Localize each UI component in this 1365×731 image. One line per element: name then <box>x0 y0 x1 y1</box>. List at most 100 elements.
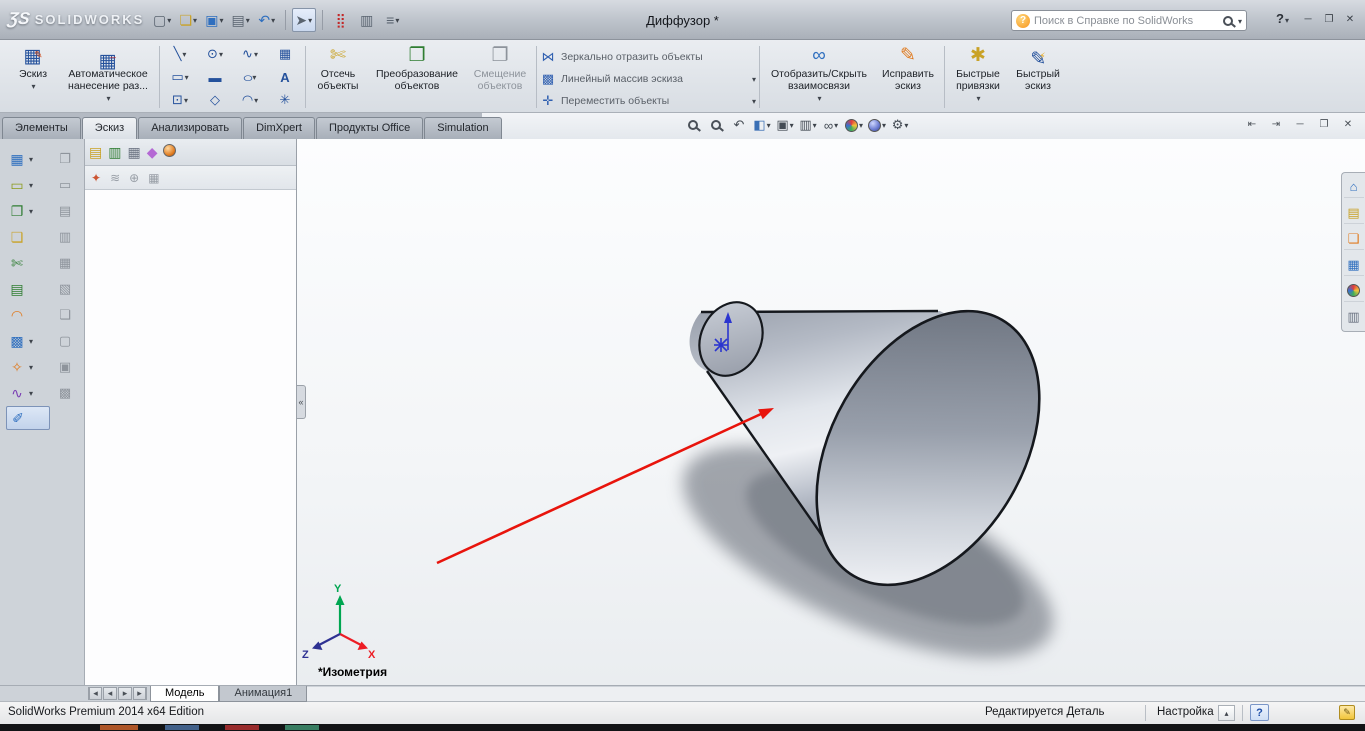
sheet-tool-button[interactable]: ▢ <box>54 328 80 354</box>
dimxpertmanager-tab[interactable]: ◆ <box>147 144 158 161</box>
rebuild-button[interactable]: ⣿ <box>329 8 353 32</box>
sheet-tool-button[interactable]: ▤ <box>54 198 80 224</box>
dropdown-caret[interactable] <box>28 335 33 347</box>
select-button[interactable]: ➤ <box>291 8 316 32</box>
hide-show-items-button[interactable]: ∞ <box>821 115 841 135</box>
expand-tree-button[interactable]: ⊕ <box>129 171 139 185</box>
propertymanager-tab[interactable]: ▥ <box>108 144 121 161</box>
custom-properties-button[interactable]: ▥ <box>1344 306 1364 328</box>
file-explorer-button[interactable]: ❏ <box>1343 228 1364 250</box>
select-dropdown[interactable] <box>307 14 312 26</box>
print-button[interactable]: ▤ <box>229 8 253 32</box>
sketch-dropdown[interactable] <box>30 80 35 92</box>
history-filter-button[interactable]: ≋ <box>110 171 120 185</box>
zoom-area-button[interactable] <box>706 115 726 135</box>
customize-dropdown[interactable] <box>1218 705 1235 721</box>
search-input[interactable] <box>1034 14 1219 27</box>
new-document-dropdown[interactable] <box>166 14 171 26</box>
auto-dimension-dropdown[interactable] <box>105 92 110 104</box>
line-tool-button[interactable]: ╲ <box>163 43 197 65</box>
tab-dimxpert[interactable]: DimXpert <box>243 117 315 139</box>
restore-button[interactable]: ❐ <box>1320 11 1338 28</box>
print-dropdown[interactable] <box>245 14 250 26</box>
configurationmanager-tab[interactable]: ▦ <box>127 144 140 161</box>
offset-entities-tool-button[interactable]: ❏ <box>6 224 50 250</box>
spline-tool-button[interactable]: ∿ <box>233 43 267 65</box>
ellipse-tool-button[interactable]: ○ <box>233 66 267 88</box>
apply-scene-dropdown[interactable] <box>881 119 886 131</box>
display-relations-button[interactable]: ∞ Отобразить/Скрыть взаимосвязи <box>763 42 875 111</box>
resources-home-button[interactable]: ⌂ <box>1343 176 1364 198</box>
display-style-button[interactable]: ▥ <box>798 115 818 135</box>
view-settings-button[interactable]: ⚙ <box>890 115 910 135</box>
line-dropdown[interactable] <box>181 48 186 60</box>
display-relations-dropdown[interactable] <box>816 92 821 104</box>
view-orientation-button[interactable]: ▣ <box>775 115 795 135</box>
next-tab-button[interactable]: ▸ <box>118 687 132 700</box>
zoom-fit-button[interactable] <box>683 115 703 135</box>
sensors-button[interactable]: ✦ <box>91 171 101 185</box>
point-tool-button[interactable]: ✳ <box>268 89 302 111</box>
status-help-button[interactable]: ? <box>1250 704 1269 721</box>
sheet-tool-button[interactable]: ▩ <box>54 380 80 406</box>
repair-sketch-button[interactable]: ✎ Исправить эскиз <box>875 42 941 111</box>
convert-entities-tool-button[interactable]: ❐ <box>6 198 50 224</box>
convert-entities-button[interactable]: ❐ Преобразование объектов <box>367 42 467 111</box>
options-button[interactable]: ≡ <box>381 8 405 32</box>
pattern-tool-button[interactable]: ▩ <box>6 328 50 354</box>
open-button[interactable]: ❏ <box>176 8 200 32</box>
tab-sketch[interactable]: Эскиз <box>81 117 138 139</box>
arc-dropdown[interactable] <box>253 94 258 106</box>
circle-dropdown[interactable] <box>218 48 223 60</box>
trim-entities-tool-button[interactable]: ✄ <box>6 250 50 276</box>
dropdown-caret[interactable] <box>28 387 33 399</box>
rectangle-tool-button[interactable]: ▭ <box>6 172 50 198</box>
tab-evaluate[interactable]: Анализировать <box>138 117 243 139</box>
quick-snaps-dropdown[interactable] <box>975 92 980 104</box>
sketch-picture-button[interactable]: ▦ <box>268 43 302 65</box>
slot-tool-button[interactable]: ▬ <box>198 66 232 88</box>
doc-close-button[interactable]: ✕ <box>1339 116 1357 133</box>
tab-animation1[interactable]: Анимация1 <box>219 686 308 702</box>
tab-office-products[interactable]: Продукты Office <box>315 117 424 139</box>
doc-restore-button[interactable]: ❐ <box>1315 116 1333 133</box>
open-dropdown[interactable] <box>192 14 197 26</box>
file-properties-button[interactable]: ▥ <box>355 8 379 32</box>
dropdown-caret[interactable] <box>28 361 33 373</box>
move-entities-dropdown[interactable] <box>751 95 756 107</box>
featuremanager-tree-tab[interactable]: ▤ <box>89 144 102 161</box>
linear-sketch-pattern-button[interactable]: ▩ Линейный массив эскиза <box>540 68 756 89</box>
sketch-tool-button[interactable]: ▦ <box>6 146 50 172</box>
save-dropdown[interactable] <box>218 14 223 26</box>
sheet-tool-button[interactable]: ▦ <box>54 250 80 276</box>
sheet-tool-button[interactable]: ❏ <box>54 302 80 328</box>
edit-appearance-button[interactable] <box>844 115 864 135</box>
edit-appearance-dropdown[interactable] <box>858 119 863 131</box>
search-icon[interactable] <box>1222 15 1233 26</box>
apply-scene-button[interactable] <box>867 115 887 135</box>
doc-minimize-button[interactable]: ─ <box>1291 116 1309 133</box>
section-view-button[interactable]: ◧ <box>752 115 772 135</box>
sheet-tool-button[interactable]: ▧ <box>54 276 80 302</box>
linear-pattern-dropdown[interactable] <box>751 73 756 85</box>
rectangle-dropdown[interactable] <box>184 71 189 83</box>
auto-dimension-button[interactable]: ▦ Автоматическое нанесение раз... <box>60 42 156 111</box>
text-tool-button[interactable]: А <box>268 66 302 88</box>
move-entities-button[interactable]: ✛ Переместить объекты <box>540 90 756 111</box>
section-view-dropdown[interactable] <box>766 119 771 131</box>
appearances-scenes-button[interactable] <box>1343 280 1364 302</box>
undo-dropdown[interactable] <box>270 14 275 26</box>
dropdown-caret[interactable] <box>28 153 33 165</box>
search-scope-dropdown[interactable] <box>1237 15 1242 27</box>
sheet-tool-button[interactable]: ▥ <box>54 224 80 250</box>
rectangle-tool-button[interactable]: ▭ <box>163 66 197 88</box>
arc-tool-button[interactable]: ◠ <box>233 89 267 111</box>
display-pane-button[interactable]: ▦ <box>148 171 159 185</box>
mirror-entities-button[interactable]: ⋈ Зеркально отразить объекты <box>540 46 756 67</box>
pane-left-button[interactable]: ⇤ <box>1243 116 1261 133</box>
graphics-viewport[interactable]: Y X Z *Изометрия ⌂ ▤ ❏ ▦ ▥ <box>297 139 1365 685</box>
fillet-tool-button[interactable]: ◠ <box>6 302 50 328</box>
view-orientation-dropdown[interactable] <box>789 119 794 131</box>
tab-model[interactable]: Модель <box>150 686 220 702</box>
sheet-tool-button[interactable]: ▭ <box>54 172 80 198</box>
